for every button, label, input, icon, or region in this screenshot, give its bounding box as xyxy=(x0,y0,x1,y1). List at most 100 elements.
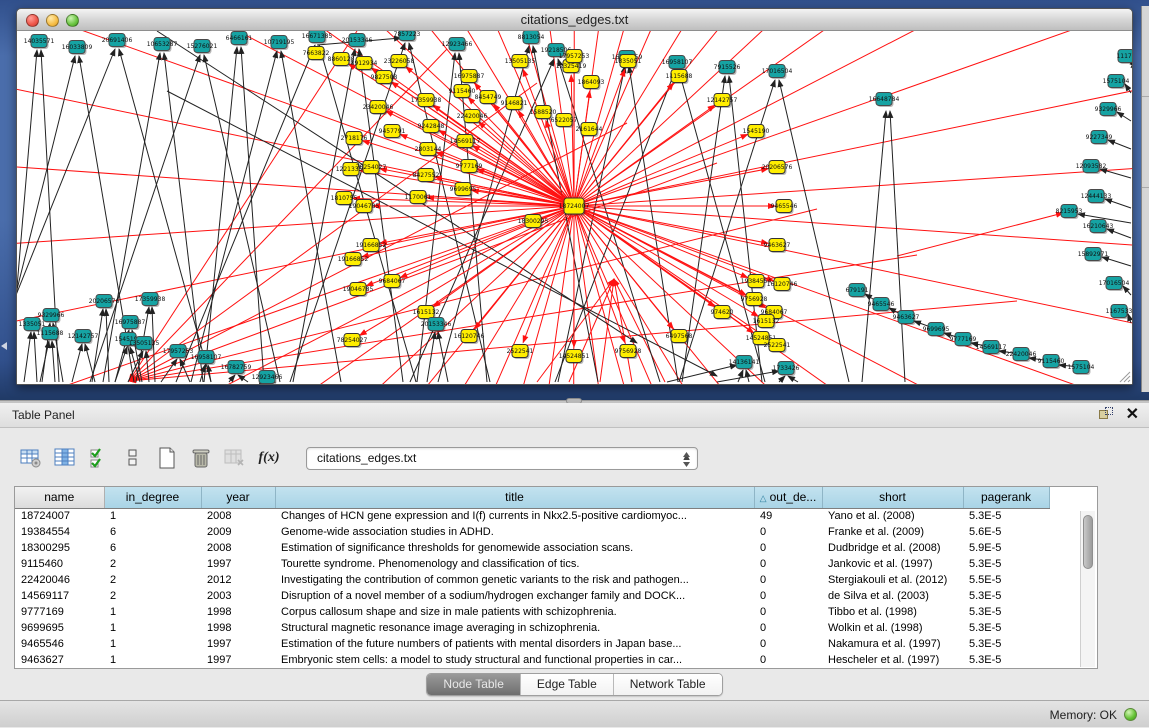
table-cell[interactable]: 2 xyxy=(104,572,201,588)
table-cell[interactable]: 5.5E-5 xyxy=(963,572,1049,588)
table-cell[interactable]: 14569117 xyxy=(15,588,104,604)
table-row[interactable]: 946362711997Embryonic stem cells: a mode… xyxy=(15,652,1049,668)
table-cell[interactable]: de Silva et al. (2003) xyxy=(822,588,963,604)
table-cell[interactable]: 1 xyxy=(104,620,201,636)
table-cell[interactable]: 2008 xyxy=(201,540,275,556)
resize-grip-icon[interactable] xyxy=(1118,370,1131,383)
table-options-button[interactable] xyxy=(18,445,44,471)
float-panel-icon[interactable] xyxy=(1099,407,1114,422)
table-cell[interactable]: 1998 xyxy=(201,604,275,620)
table-cell[interactable]: 6 xyxy=(104,524,201,540)
table-cell[interactable]: 0 xyxy=(754,572,822,588)
network-canvas[interactable]: 1403557116033809206914061065328715276021… xyxy=(17,31,1132,384)
new-table-button[interactable] xyxy=(154,445,180,471)
table-cell[interactable]: Genome-wide association studies in ADHD. xyxy=(275,524,754,540)
network-window-titlebar[interactable]: citations_edges.txt xyxy=(17,9,1132,31)
tab-edge-table[interactable]: Edge Table xyxy=(521,674,614,695)
table-cell[interactable]: Changes of HCN gene expression and I(f) … xyxy=(275,508,754,524)
table-row[interactable]: 1830029562008Estimation of significance … xyxy=(15,540,1049,556)
close-window-icon[interactable] xyxy=(26,14,39,27)
column-header-pagerank[interactable]: pagerank xyxy=(963,487,1049,508)
table-cell[interactable]: Corpus callosum shape and size in male p… xyxy=(275,604,754,620)
table-cell[interactable]: 1 xyxy=(104,636,201,652)
table-cell[interactable]: 19384554 xyxy=(15,524,104,540)
delete-entries-button[interactable] xyxy=(188,445,214,471)
table-cell[interactable]: 0 xyxy=(754,620,822,636)
table-cell[interactable]: 49 xyxy=(754,508,822,524)
table-cell[interactable]: 5.3E-5 xyxy=(963,556,1049,572)
table-cell[interactable]: 0 xyxy=(754,540,822,556)
graph-node[interactable]: 11170 xyxy=(1116,50,1132,65)
table-cell[interactable]: 0 xyxy=(754,636,822,652)
table-cell[interactable]: 18300295 xyxy=(15,540,104,556)
column-visibility-button[interactable] xyxy=(86,445,112,471)
table-cell[interactable]: Estimation of the future numbers of pati… xyxy=(275,636,754,652)
table-cell[interactable]: 2 xyxy=(104,588,201,604)
table-scrollbar[interactable] xyxy=(1080,511,1095,667)
table-cell[interactable]: 0 xyxy=(754,604,822,620)
table-row[interactable]: 977716911998Corpus callosum shape and si… xyxy=(15,604,1049,620)
table-cell[interactable]: 9699695 xyxy=(15,620,104,636)
table-cell[interactable]: 5.3E-5 xyxy=(963,620,1049,636)
table-cell[interactable]: 5.6E-5 xyxy=(963,524,1049,540)
table-cell[interactable]: Nakamura et al. (1997) xyxy=(822,636,963,652)
table-cell[interactable]: 1997 xyxy=(201,556,275,572)
table-cell[interactable]: 22420046 xyxy=(15,572,104,588)
zoom-window-icon[interactable] xyxy=(66,14,79,27)
table-row[interactable]: 1938455462009Genome-wide association stu… xyxy=(15,524,1049,540)
table-cell[interactable]: Wolkin et al. (1998) xyxy=(822,620,963,636)
table-cell[interactable]: 0 xyxy=(754,556,822,572)
table-cell[interactable]: 1 xyxy=(104,652,201,668)
table-cell[interactable]: 5.9E-5 xyxy=(963,540,1049,556)
tab-node-table[interactable]: Node Table xyxy=(427,674,521,695)
table-cell[interactable]: 6 xyxy=(104,540,201,556)
table-cell[interactable]: 9463627 xyxy=(15,652,104,668)
column-header-out_de[interactable]: △out_de... xyxy=(754,487,822,508)
table-cell[interactable]: Dudbridge et al. (2008) xyxy=(822,540,963,556)
table-cell[interactable]: Tibbo et al. (1998) xyxy=(822,604,963,620)
panel-collapse-arrow[interactable] xyxy=(1,342,7,350)
column-header-year[interactable]: year xyxy=(201,487,275,508)
table-cell[interactable]: 0 xyxy=(754,524,822,540)
table-cell[interactable]: Structural magnetic resonance image aver… xyxy=(275,620,754,636)
table-cell[interactable]: 5.3E-5 xyxy=(963,636,1049,652)
table-cell[interactable]: Jankovic et al. (1997) xyxy=(822,556,963,572)
memory-ok-led[interactable] xyxy=(1124,708,1137,721)
table-cell[interactable]: 2012 xyxy=(201,572,275,588)
table-cell[interactable]: 2009 xyxy=(201,524,275,540)
table-cell[interactable]: Franke et al. (2009) xyxy=(822,524,963,540)
function-builder-button[interactable]: f(x) xyxy=(256,445,282,471)
table-cell[interactable]: 5.3E-5 xyxy=(963,588,1049,604)
table-cell[interactable]: 9465546 xyxy=(15,636,104,652)
table-cell[interactable]: Embryonic stem cells: a model to study s… xyxy=(275,652,754,668)
table-cell[interactable]: 5.3E-5 xyxy=(963,604,1049,620)
table-cell[interactable]: 1997 xyxy=(201,636,275,652)
select-all-columns-button[interactable] xyxy=(52,445,78,471)
table-cell[interactable]: 0 xyxy=(754,588,822,604)
close-panel-icon[interactable]: ✕ xyxy=(1126,407,1139,422)
scrollbar-thumb[interactable] xyxy=(1083,515,1093,569)
table-cell[interactable]: Yano et al. (2008) xyxy=(822,508,963,524)
minimize-window-icon[interactable] xyxy=(46,14,59,27)
row-format-button[interactable] xyxy=(120,445,146,471)
table-cell[interactable]: 5.3E-5 xyxy=(963,508,1049,524)
table-cell[interactable]: 9777169 xyxy=(15,604,104,620)
table-cell[interactable]: 18724007 xyxy=(15,508,104,524)
table-cell[interactable]: 2 xyxy=(104,556,201,572)
table-cell[interactable]: 2008 xyxy=(201,508,275,524)
table-row[interactable]: 911546021997Tourette syndrome. Phenomeno… xyxy=(15,556,1049,572)
network-window[interactable]: citations_edges.txt 14035571160338092069… xyxy=(16,8,1133,385)
table-row[interactable]: 2242004622012Investigating the contribut… xyxy=(15,572,1049,588)
table-cell[interactable]: Disruption of a novel member of a sodium… xyxy=(275,588,754,604)
table-cell[interactable]: Estimation of significance thresholds fo… xyxy=(275,540,754,556)
table-selector-dropdown[interactable]: citations_edges.txt ▲ xyxy=(306,447,698,470)
table-row[interactable]: 1456911722003Disruption of a novel membe… xyxy=(15,588,1049,604)
table-cell[interactable]: 1998 xyxy=(201,620,275,636)
table-cell[interactable]: 2003 xyxy=(201,588,275,604)
delete-table-button[interactable] xyxy=(222,445,248,471)
table-cell[interactable]: 0 xyxy=(754,652,822,668)
table-cell[interactable]: Investigating the contribution of common… xyxy=(275,572,754,588)
table-cell[interactable]: 1 xyxy=(104,508,201,524)
table-row[interactable]: 1872400712008Changes of HCN gene express… xyxy=(15,508,1049,524)
column-header-title[interactable]: title xyxy=(275,487,754,508)
